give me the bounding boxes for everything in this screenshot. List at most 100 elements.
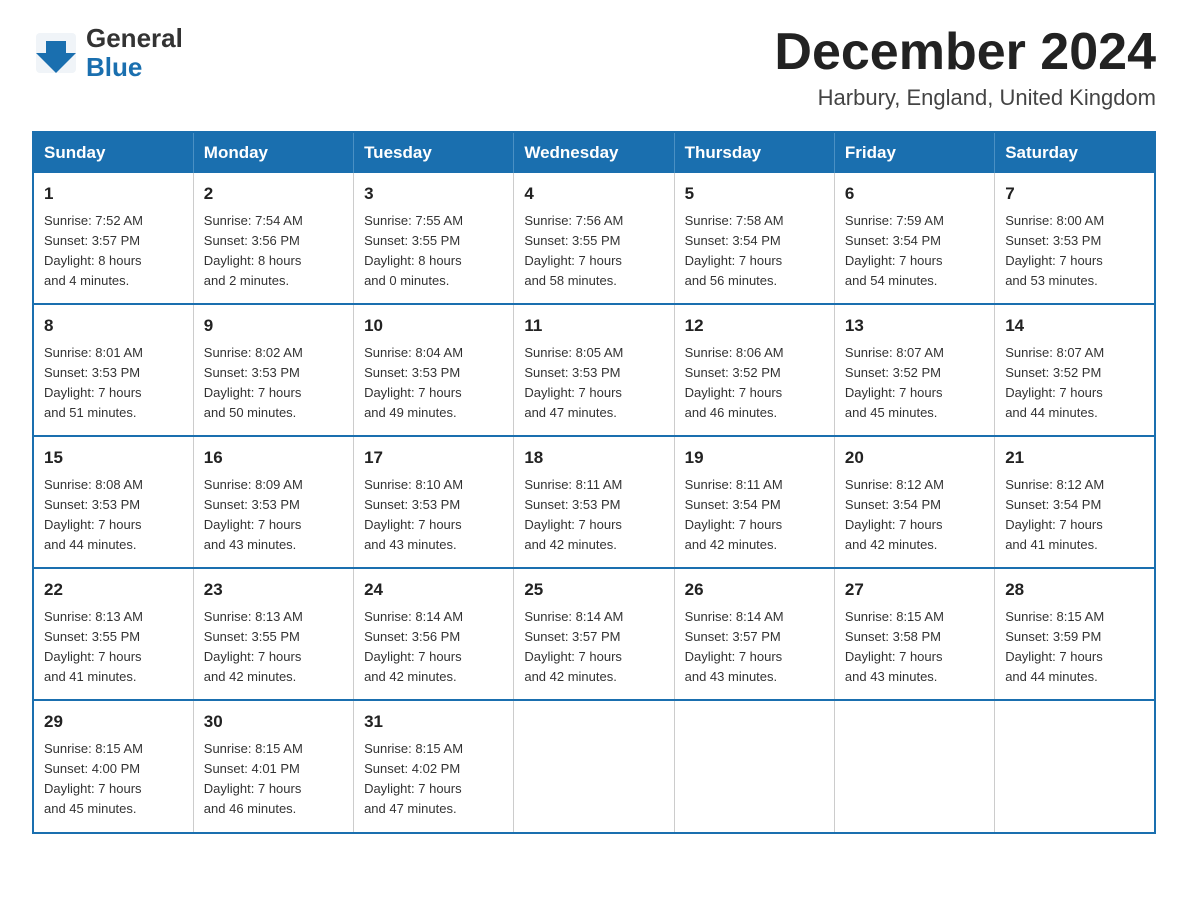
col-tuesday: Tuesday bbox=[354, 132, 514, 173]
day-info: Sunrise: 8:11 AMSunset: 3:53 PMDaylight:… bbox=[524, 475, 663, 556]
calendar-day-cell: 31 Sunrise: 8:15 AMSunset: 4:02 PMDayligh… bbox=[354, 700, 514, 832]
day-info: Sunrise: 8:07 AMSunset: 3:52 PMDaylight:… bbox=[1005, 343, 1144, 424]
location-subtitle: Harbury, England, United Kingdom bbox=[774, 85, 1156, 111]
day-info: Sunrise: 8:06 AMSunset: 3:52 PMDaylight:… bbox=[685, 343, 824, 424]
calendar-day-cell bbox=[995, 700, 1155, 832]
day-info: Sunrise: 7:56 AMSunset: 3:55 PMDaylight:… bbox=[524, 211, 663, 292]
calendar-day-cell: 5 Sunrise: 7:58 AMSunset: 3:54 PMDaylight… bbox=[674, 173, 834, 304]
day-info: Sunrise: 8:00 AMSunset: 3:53 PMDaylight:… bbox=[1005, 211, 1144, 292]
calendar-day-cell: 8Sunrise: 8:01 AMSunset: 3:53 PMDaylight… bbox=[33, 304, 193, 436]
calendar-day-cell: 28Sunrise: 8:15 AMSunset: 3:59 PMDayligh… bbox=[995, 568, 1155, 700]
day-number: 11 bbox=[524, 313, 663, 339]
calendar-day-cell: 29 Sunrise: 8:15 AMSunset: 4:00 PMDayligh… bbox=[33, 700, 193, 832]
day-number: 31 bbox=[364, 709, 503, 735]
day-info: Sunrise: 8:07 AMSunset: 3:52 PMDaylight:… bbox=[845, 343, 984, 424]
day-info: Sunrise: 7:55 AMSunset: 3:55 PMDaylight:… bbox=[364, 211, 503, 292]
calendar-day-cell: 25 Sunrise: 8:14 AMSunset: 3:57 PMDayligh… bbox=[514, 568, 674, 700]
col-friday: Friday bbox=[834, 132, 994, 173]
calendar-day-cell bbox=[834, 700, 994, 832]
day-info: Sunrise: 8:09 AMSunset: 3:53 PMDaylight:… bbox=[204, 475, 343, 556]
month-title: December 2024 bbox=[774, 24, 1156, 81]
day-info: Sunrise: 8:14 AMSunset: 3:57 PMDaylight:… bbox=[685, 607, 824, 688]
logo-blue: Blue bbox=[86, 53, 183, 82]
col-sunday: Sunday bbox=[33, 132, 193, 173]
day-info: Sunrise: 8:01 AMSunset: 3:53 PMDaylight:… bbox=[44, 343, 183, 424]
day-number: 7 bbox=[1005, 181, 1144, 207]
day-number: 30 bbox=[204, 709, 343, 735]
day-number: 16 bbox=[204, 445, 343, 471]
day-info: Sunrise: 8:15 AMSunset: 4:01 PMDaylight:… bbox=[204, 739, 343, 820]
day-info: Sunrise: 8:13 AMSunset: 3:55 PMDaylight:… bbox=[44, 607, 183, 688]
day-number: 26 bbox=[685, 577, 824, 603]
day-info: Sunrise: 8:15 AMSunset: 4:02 PMDaylight:… bbox=[364, 739, 503, 820]
calendar-day-cell: 26 Sunrise: 8:14 AMSunset: 3:57 PMDayligh… bbox=[674, 568, 834, 700]
day-number: 3 bbox=[364, 181, 503, 207]
calendar-day-cell: 13 Sunrise: 8:07 AMSunset: 3:52 PMDayligh… bbox=[834, 304, 994, 436]
calendar-day-cell: 16 Sunrise: 8:09 AMSunset: 3:53 PMDayligh… bbox=[193, 436, 353, 568]
day-info: Sunrise: 8:15 AMSunset: 4:00 PMDaylight:… bbox=[44, 739, 183, 820]
calendar-day-cell: 1 Sunrise: 7:52 AMSunset: 3:57 PMDaylight… bbox=[33, 173, 193, 304]
logo-icon bbox=[32, 29, 80, 77]
day-number: 14 bbox=[1005, 313, 1144, 339]
day-info: Sunrise: 7:54 AMSunset: 3:56 PMDaylight:… bbox=[204, 211, 343, 292]
calendar-week-row: 15 Sunrise: 8:08 AMSunset: 3:53 PMDayligh… bbox=[33, 436, 1155, 568]
calendar-day-cell: 7 Sunrise: 8:00 AMSunset: 3:53 PMDaylight… bbox=[995, 173, 1155, 304]
calendar-day-cell: 22 Sunrise: 8:13 AMSunset: 3:55 PMDayligh… bbox=[33, 568, 193, 700]
title-area: December 2024 Harbury, England, United K… bbox=[774, 24, 1156, 111]
day-number: 4 bbox=[524, 181, 663, 207]
logo-general: General bbox=[86, 24, 183, 53]
day-info: Sunrise: 8:13 AMSunset: 3:55 PMDaylight:… bbox=[204, 607, 343, 688]
col-thursday: Thursday bbox=[674, 132, 834, 173]
calendar-day-cell: 11Sunrise: 8:05 AMSunset: 3:53 PMDayligh… bbox=[514, 304, 674, 436]
col-saturday: Saturday bbox=[995, 132, 1155, 173]
calendar-week-row: 1 Sunrise: 7:52 AMSunset: 3:57 PMDaylight… bbox=[33, 173, 1155, 304]
calendar-day-cell bbox=[514, 700, 674, 832]
calendar-day-cell: 30 Sunrise: 8:15 AMSunset: 4:01 PMDayligh… bbox=[193, 700, 353, 832]
calendar-week-row: 29 Sunrise: 8:15 AMSunset: 4:00 PMDayligh… bbox=[33, 700, 1155, 832]
day-number: 6 bbox=[845, 181, 984, 207]
day-info: Sunrise: 8:14 AMSunset: 3:57 PMDaylight:… bbox=[524, 607, 663, 688]
day-number: 23 bbox=[204, 577, 343, 603]
day-info: Sunrise: 8:11 AMSunset: 3:54 PMDaylight:… bbox=[685, 475, 824, 556]
calendar-day-cell: 4 Sunrise: 7:56 AMSunset: 3:55 PMDaylight… bbox=[514, 173, 674, 304]
day-number: 2 bbox=[204, 181, 343, 207]
calendar-week-row: 22 Sunrise: 8:13 AMSunset: 3:55 PMDayligh… bbox=[33, 568, 1155, 700]
day-number: 20 bbox=[845, 445, 984, 471]
day-number: 5 bbox=[685, 181, 824, 207]
calendar-day-cell: 24Sunrise: 8:14 AMSunset: 3:56 PMDayligh… bbox=[354, 568, 514, 700]
day-number: 24 bbox=[364, 577, 503, 603]
calendar-day-cell: 10Sunrise: 8:04 AMSunset: 3:53 PMDayligh… bbox=[354, 304, 514, 436]
day-number: 27 bbox=[845, 577, 984, 603]
col-monday: Monday bbox=[193, 132, 353, 173]
day-info: Sunrise: 7:58 AMSunset: 3:54 PMDaylight:… bbox=[685, 211, 824, 292]
day-number: 19 bbox=[685, 445, 824, 471]
day-number: 9 bbox=[204, 313, 343, 339]
day-info: Sunrise: 8:02 AMSunset: 3:53 PMDaylight:… bbox=[204, 343, 343, 424]
calendar-day-cell: 27Sunrise: 8:15 AMSunset: 3:58 PMDayligh… bbox=[834, 568, 994, 700]
col-wednesday: Wednesday bbox=[514, 132, 674, 173]
calendar-day-cell: 23 Sunrise: 8:13 AMSunset: 3:55 PMDayligh… bbox=[193, 568, 353, 700]
day-info: Sunrise: 8:12 AMSunset: 3:54 PMDaylight:… bbox=[1005, 475, 1144, 556]
calendar-day-cell: 3 Sunrise: 7:55 AMSunset: 3:55 PMDaylight… bbox=[354, 173, 514, 304]
day-number: 29 bbox=[44, 709, 183, 735]
day-number: 1 bbox=[44, 181, 183, 207]
calendar-day-cell: 19 Sunrise: 8:11 AMSunset: 3:54 PMDayligh… bbox=[674, 436, 834, 568]
day-info: Sunrise: 7:59 AMSunset: 3:54 PMDaylight:… bbox=[845, 211, 984, 292]
day-info: Sunrise: 8:08 AMSunset: 3:53 PMDaylight:… bbox=[44, 475, 183, 556]
calendar-day-cell: 20Sunrise: 8:12 AMSunset: 3:54 PMDayligh… bbox=[834, 436, 994, 568]
calendar-day-cell: 9 Sunrise: 8:02 AMSunset: 3:53 PMDaylight… bbox=[193, 304, 353, 436]
day-number: 15 bbox=[44, 445, 183, 471]
calendar-day-cell: 15 Sunrise: 8:08 AMSunset: 3:53 PMDayligh… bbox=[33, 436, 193, 568]
day-info: Sunrise: 8:04 AMSunset: 3:53 PMDaylight:… bbox=[364, 343, 503, 424]
day-number: 25 bbox=[524, 577, 663, 603]
day-number: 12 bbox=[685, 313, 824, 339]
day-number: 21 bbox=[1005, 445, 1144, 471]
day-number: 17 bbox=[364, 445, 503, 471]
calendar-day-cell: 14 Sunrise: 8:07 AMSunset: 3:52 PMDayligh… bbox=[995, 304, 1155, 436]
calendar-header-row: Sunday Monday Tuesday Wednesday Thursday… bbox=[33, 132, 1155, 173]
calendar-day-cell bbox=[674, 700, 834, 832]
day-number: 13 bbox=[845, 313, 984, 339]
day-number: 28 bbox=[1005, 577, 1144, 603]
day-info: Sunrise: 7:52 AMSunset: 3:57 PMDaylight:… bbox=[44, 211, 183, 292]
day-number: 22 bbox=[44, 577, 183, 603]
